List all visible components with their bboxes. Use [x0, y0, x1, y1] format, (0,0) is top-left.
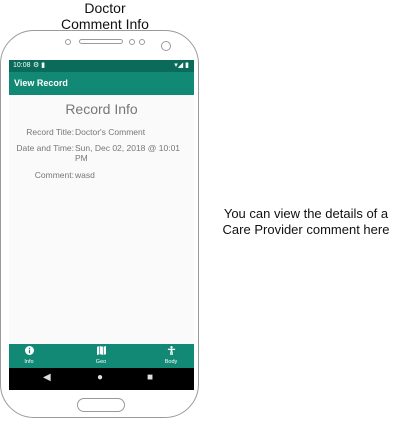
record-comment-value: wasd [75, 170, 95, 180]
map-icon [81, 346, 121, 359]
nav-label-body: Body [164, 359, 178, 365]
nav-label-info: Info [24, 359, 34, 365]
caption-top-line1: Doctor [84, 0, 126, 16]
bottom-navigation: Info Geo Body [9, 344, 194, 368]
caption-side-line1: You can view the details of a [223, 206, 389, 221]
status-bar: 10:08 ⚙ ▮ ▾◢ ▮ [9, 60, 194, 72]
caption-side-line2: Care Provider comment here [222, 222, 390, 237]
app-screen: 10:08 ⚙ ▮ ▾◢ ▮ View Record Record Info R… [9, 60, 194, 390]
system-navigation-bar: ◀ ● ■ [9, 368, 194, 390]
info-icon [9, 346, 49, 359]
caption-top: Doctor Comment Info [30, 0, 180, 32]
phone-home-button[interactable] [77, 398, 125, 412]
record-datetime-value: Sun, Dec 02, 2018 @ 10:01 PM [75, 143, 181, 163]
phone-sensor [139, 39, 145, 45]
caption-side: You can view the details of a Care Provi… [211, 206, 401, 238]
home-icon[interactable]: ● [97, 372, 103, 384]
recents-icon[interactable]: ■ [147, 372, 153, 384]
record-info-header: Record Info [65, 101, 138, 117]
nav-item-body[interactable]: Body [151, 344, 191, 368]
phone-sensor [65, 39, 71, 45]
nav-label-geo: Geo [95, 359, 107, 365]
status-notification-icons: ⚙ ▮ [33, 62, 46, 69]
app-bar-title: View Record [14, 78, 68, 88]
phone-speaker [79, 39, 123, 44]
status-system-icons: ▾◢ ▮ [174, 62, 189, 69]
status-time: 10:08 [13, 62, 31, 69]
record-datetime-label: Date and Time: [16, 143, 74, 153]
record-title-value: Doctor's Comment [75, 127, 146, 137]
phone-camera [161, 41, 171, 51]
record-title-label: Record Title: [26, 127, 74, 137]
back-icon[interactable]: ◀ [43, 372, 51, 384]
record-comment-label: Comment: [34, 170, 74, 180]
phone-sensor [129, 39, 135, 45]
nav-item-info[interactable]: Info [9, 344, 49, 368]
app-bar: View Record [9, 72, 194, 95]
nav-item-geo[interactable]: Geo [81, 344, 121, 368]
body-icon [151, 346, 191, 359]
